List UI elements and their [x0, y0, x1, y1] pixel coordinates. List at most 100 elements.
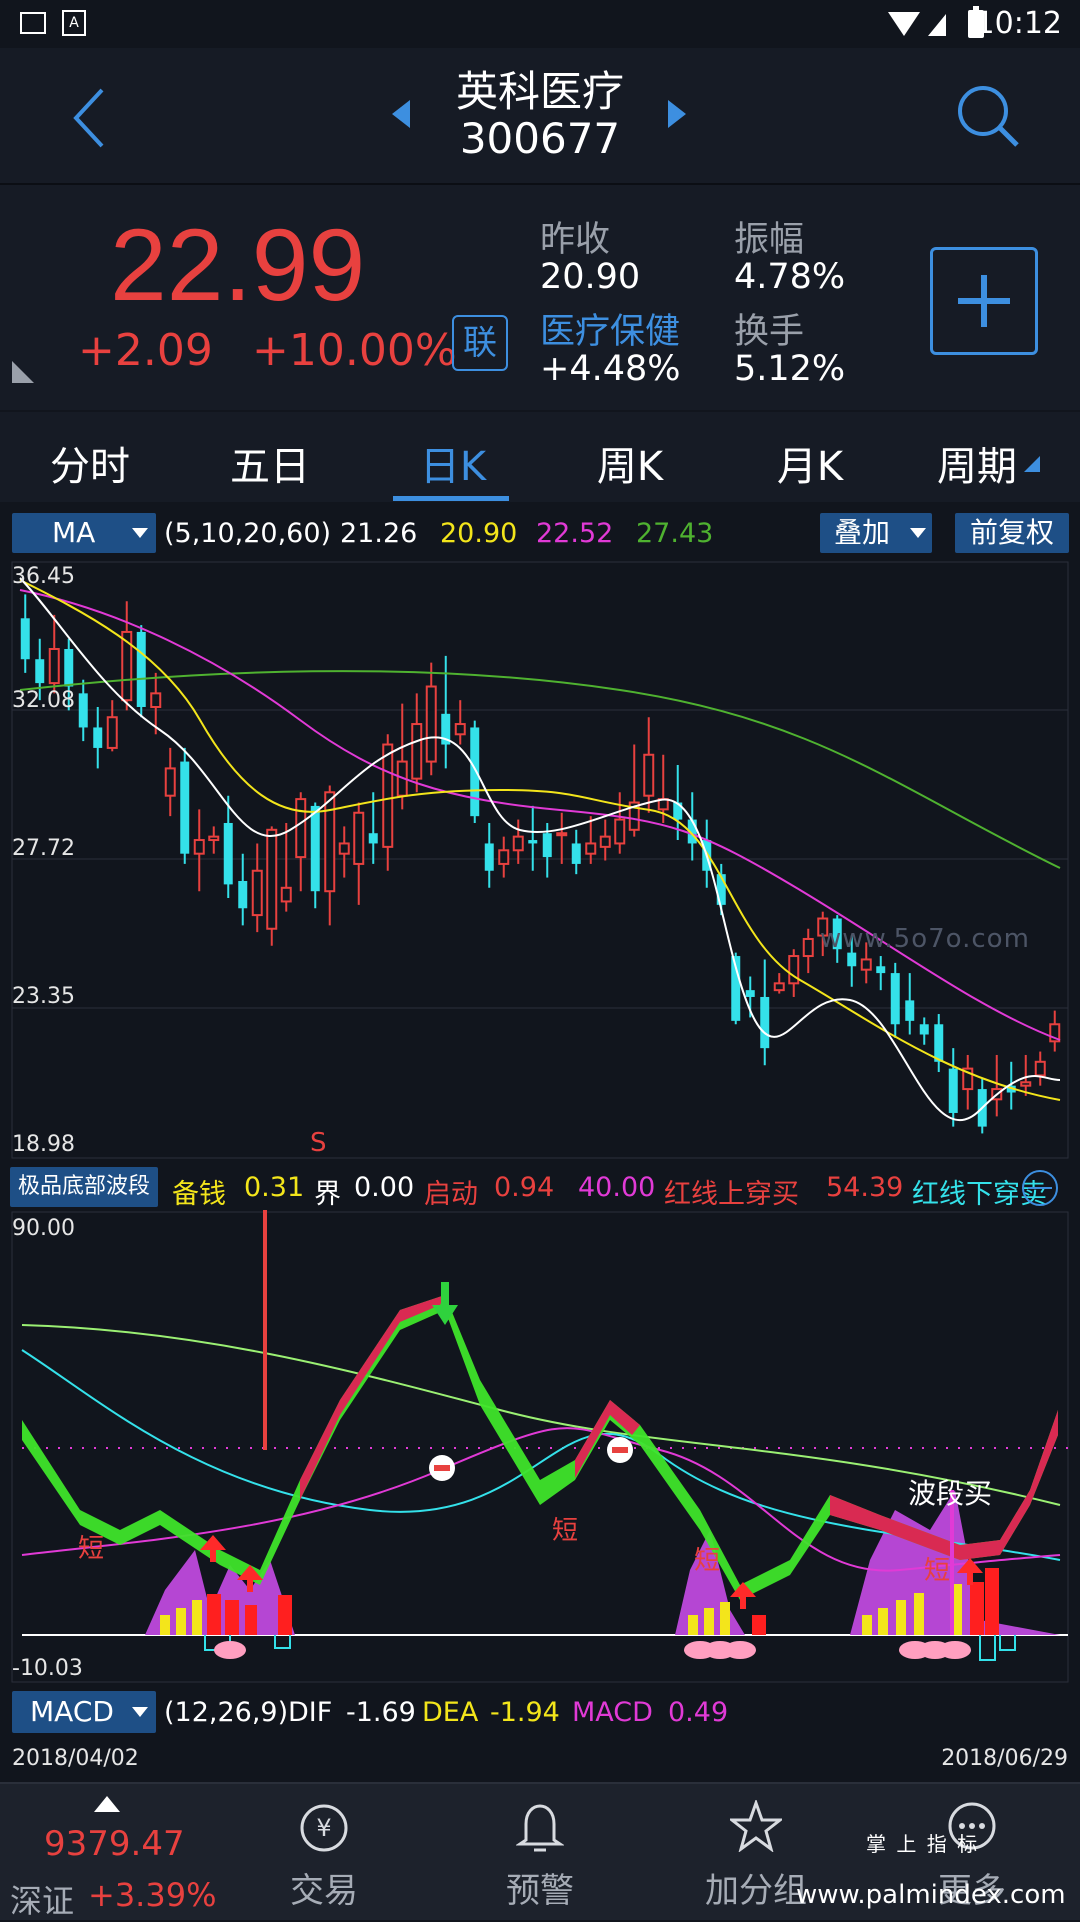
ind-b5-value: 54.39 [826, 1172, 904, 1203]
ma5-value: 21.26 [340, 518, 418, 549]
indicator-bar: 极品底部波段 备钱 0.31 界 0.00 启动 0.94 40.00 红线上穿… [0, 1164, 1080, 1214]
link-badge[interactable]: 联 [452, 315, 508, 371]
palmindex-watermark-url: www.palmindex.com [796, 1880, 1066, 1910]
clock: 10:12 [975, 6, 1062, 41]
expand-indicator-icon[interactable] [1020, 1168, 1060, 1208]
nav-alert[interactable]: 预警 [432, 1784, 648, 1920]
candle-body [208, 835, 220, 842]
ind-b1-value: 0.31 [244, 1172, 305, 1203]
turnover-value: 5.12% [734, 349, 846, 389]
candle-body [571, 843, 581, 864]
header: 英科医疗 300677 [0, 48, 1080, 185]
tab-weekly-k[interactable]: 周K [555, 434, 705, 492]
candle-body [48, 647, 60, 685]
status-bar: A 10:12 [0, 0, 1080, 48]
candle-body [238, 880, 248, 909]
dea-label: DEA [422, 1697, 479, 1728]
short-mark-2: 短 [552, 1516, 579, 1546]
macd-selector[interactable]: MACD [12, 1691, 156, 1733]
candle-body [223, 822, 233, 885]
ind-b3-label: 启动 [424, 1179, 478, 1210]
candle-body [310, 805, 320, 892]
gallery-icon [20, 12, 46, 34]
index-ticker[interactable]: 9379.47 深证 +3.39% [0, 1784, 216, 1920]
prev-close-label: 昨收 [540, 220, 611, 260]
overlay-button[interactable]: 叠加 [820, 513, 932, 553]
trade-yen-icon: ¥ [300, 1804, 348, 1852]
turnover-label: 换手 [734, 312, 805, 352]
chevron-up-icon [94, 1796, 120, 1812]
candle-body [353, 811, 365, 865]
macd-label: MACD [572, 1697, 653, 1728]
bubble-markers [214, 1641, 971, 1659]
index-value: 9379.47 [44, 1824, 185, 1864]
date-bar: 2018/04/02 2018/06/29 [0, 1742, 1080, 1784]
ma20-value: 22.52 [536, 518, 614, 549]
ma-params: (5,10,20,60) [164, 518, 332, 549]
sector-label[interactable]: 医疗保健 [540, 303, 680, 354]
candle-body [905, 1000, 915, 1021]
ma60-value: 27.43 [636, 518, 714, 549]
nav-trade-label: 交易 [290, 1871, 358, 1911]
candle-body [847, 952, 857, 967]
ind-b3-value: 0.94 [494, 1172, 555, 1203]
macd-bar: MACD (12,26,9) DIF -1.69 DEA -1.94 MACD … [0, 1685, 1080, 1741]
plus-icon [958, 275, 1010, 327]
kline-chart[interactable]: 36.45 32.08 27.72 23.35 18.98 S www.5o7o… [0, 560, 1080, 1160]
candle-body [585, 842, 597, 855]
period-dropdown-icon [1024, 456, 1040, 472]
signal-icon [888, 12, 946, 36]
ma-selector[interactable]: MA [12, 513, 156, 553]
candle-body [1034, 1060, 1046, 1077]
add-watchlist-button[interactable] [930, 247, 1038, 355]
candle-body [193, 839, 205, 855]
price-change-pct: +10.00% [252, 325, 457, 376]
candle-body [1020, 1081, 1032, 1087]
ind-b2-value: 0.00 [354, 1172, 415, 1203]
nav-trade[interactable]: ¥ 交易 [216, 1784, 432, 1920]
svg-text:¥: ¥ [316, 1814, 331, 1842]
candle-body [454, 723, 466, 736]
ma10-value: 20.90 [440, 518, 518, 549]
candle-body [919, 1024, 929, 1035]
back-icon[interactable] [70, 86, 110, 150]
ind-b4-value: 40.00 [578, 1172, 656, 1203]
amplitude-value: 4.78% [734, 257, 846, 297]
candle-body [324, 791, 336, 893]
tab-daily-k[interactable]: 日K [378, 434, 528, 492]
candle-body [860, 958, 872, 971]
chevron-down-icon [910, 528, 926, 538]
candle-body [760, 996, 770, 1049]
prev-close-value: 20.90 [540, 257, 641, 297]
search-icon[interactable] [955, 83, 1021, 149]
candle-body [470, 727, 480, 817]
dea-value: -1.94 [490, 1697, 560, 1728]
candle-body [93, 727, 103, 748]
ind-b2-label: 界 [314, 1179, 341, 1210]
candle-body [599, 835, 611, 848]
indicator-selector[interactable]: 极品底部波段 [10, 1167, 158, 1207]
tab-five-day[interactable]: 五日 [195, 434, 345, 492]
candle-body [280, 886, 292, 903]
adjust-button[interactable]: 前复权 [955, 513, 1069, 553]
watermark: www.5o7o.com [820, 924, 1030, 954]
tab-timeshare[interactable]: 分时 [15, 434, 165, 492]
candle-body [106, 716, 118, 749]
candle-body [876, 966, 886, 974]
end-date: 2018/06/29 [941, 1746, 1068, 1771]
y-label-1: 36.45 [12, 564, 75, 589]
tab-monthly-k[interactable]: 月K [735, 434, 885, 492]
overlay-label: 叠加 [834, 516, 891, 549]
prev-stock-icon[interactable] [390, 98, 414, 130]
macd-selector-label: MACD [30, 1695, 114, 1728]
period-tabs: 分时 五日 日K 周K 月K 周期 [0, 412, 1080, 502]
short-mark-1: 短 [78, 1534, 105, 1564]
candle-body [164, 767, 176, 797]
candle-body [934, 1024, 944, 1062]
next-stock-icon[interactable] [664, 98, 688, 130]
indicator-chart[interactable]: 90.00 -10.03 短 短 短 短 波段买 [0, 1210, 1080, 1685]
macd-value: 0.49 [668, 1697, 729, 1728]
y-label-5: 18.98 [12, 1132, 75, 1157]
start-date: 2018/04/02 [12, 1746, 139, 1771]
cyan-dips [204, 1635, 1016, 1661]
